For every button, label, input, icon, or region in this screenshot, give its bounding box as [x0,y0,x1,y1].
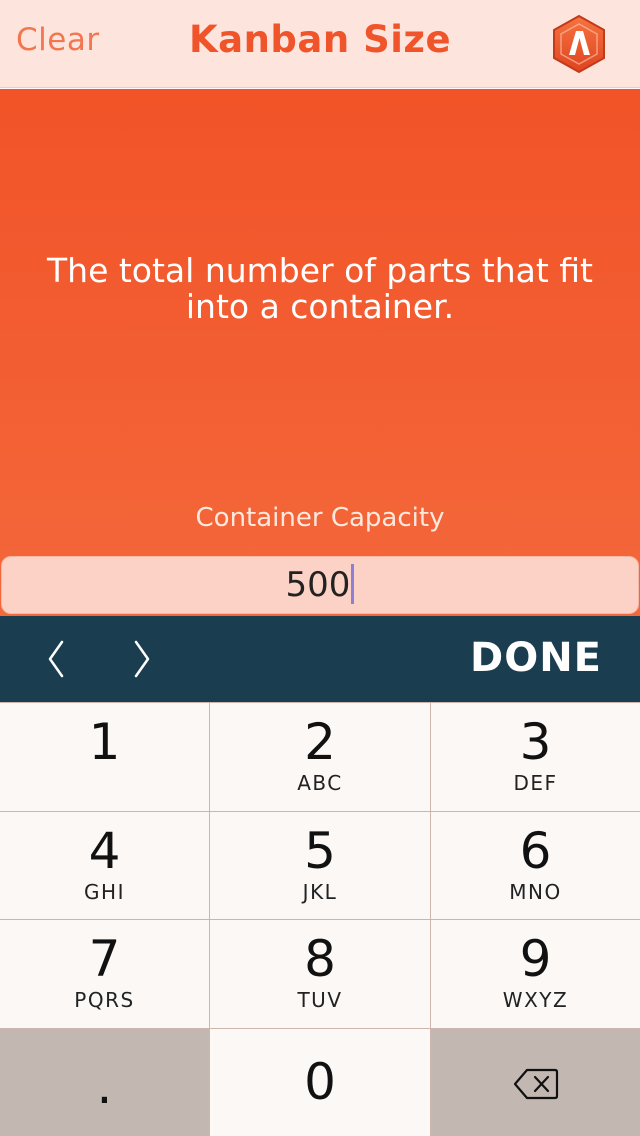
key-1[interactable]: 1 [0,703,209,811]
input-value: 500 [285,565,351,605]
backspace-icon [513,1068,559,1100]
container-capacity-input[interactable]: 500 [1,556,639,614]
key-8[interactable]: 8 TUV [210,920,430,1028]
nav-header: Clear Kanban Size [0,0,640,88]
key-4[interactable]: 4 GHI [0,812,209,919]
app-logo-icon[interactable] [550,14,608,74]
key-decimal[interactable]: . [0,1029,209,1136]
key-digit: . [96,1057,113,1115]
field-description: The total number of parts that fit into … [47,251,593,326]
key-letters: ABC [297,771,343,795]
keyboard-toolbar: DONE [0,616,640,702]
key-letters: DEF [513,771,558,795]
key-digit: 1 [88,713,121,771]
key-digit: 8 [304,930,336,988]
info-panel: The total number of parts that fit into … [0,89,640,616]
key-digit: 3 [519,713,552,771]
key-6[interactable]: 6 MNO [431,812,640,919]
done-button[interactable]: DONE [470,635,602,681]
key-letters: PQRS [74,988,135,1012]
key-digit: 7 [88,930,121,988]
key-letters: GHI [84,880,125,904]
key-digit: 9 [519,930,552,988]
backspace-key[interactable] [431,1029,640,1136]
numeric-keypad: 1 2 ABC 3 DEF 4 GHI 5 JKL 6 MNO 7 PQRS 8… [0,702,640,1136]
key-digit: 4 [88,822,121,880]
key-5[interactable]: 5 JKL [210,812,430,919]
key-0[interactable]: 0 [210,1029,430,1136]
key-7[interactable]: 7 PQRS [0,920,209,1028]
chevron-right-icon[interactable] [122,634,162,684]
text-caret [351,563,355,604]
key-digit: 2 [304,713,336,771]
key-letters: JKL [302,880,338,904]
field-label: Container Capacity [195,503,445,533]
key-digit: 6 [519,822,552,880]
key-letters: TUV [297,988,343,1012]
key-digit: 0 [304,1053,336,1111]
key-3[interactable]: 3 DEF [431,703,640,811]
chevron-left-icon[interactable] [36,634,76,684]
key-digit: 5 [304,822,336,880]
key-letters: WXYZ [502,988,569,1012]
page-title: Kanban Size [188,18,452,61]
key-2[interactable]: 2 ABC [210,703,430,811]
key-letters: MNO [509,880,562,904]
key-9[interactable]: 9 WXYZ [431,920,640,1028]
